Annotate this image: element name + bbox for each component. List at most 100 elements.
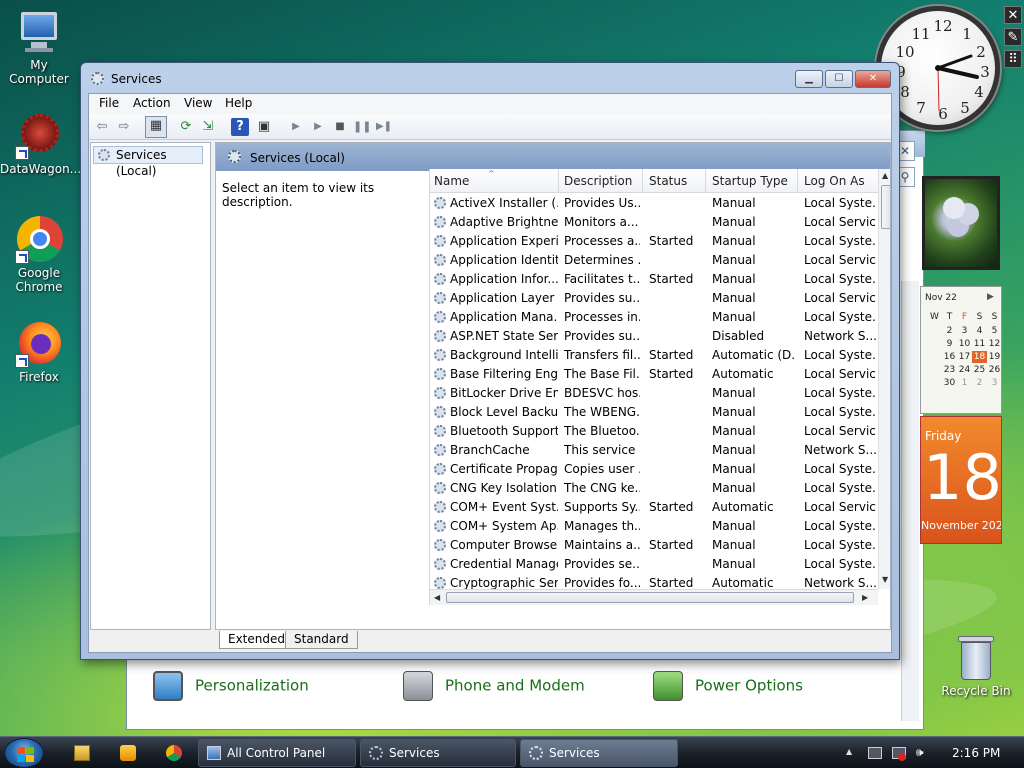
desktop-icon-firefox[interactable]: Firefox bbox=[0, 320, 78, 384]
calendar-next-icon[interactable]: ▶ bbox=[987, 292, 994, 302]
explorer-quicklaunch-icon[interactable] bbox=[74, 745, 90, 761]
calendar-day[interactable]: 4 bbox=[972, 325, 987, 337]
table-row[interactable]: Bluetooth Support... The Bluetoo... Manual… bbox=[430, 422, 878, 441]
calendar-day[interactable]: 3 bbox=[987, 377, 1002, 389]
stop-service-icon[interactable]: ■ bbox=[331, 118, 349, 136]
minimize-button[interactable]: ▁ bbox=[795, 70, 823, 88]
system-clock[interactable]: 2:16 PM bbox=[952, 746, 1000, 760]
desktop-icon-datawagon[interactable]: DataWagon... bbox=[0, 112, 81, 176]
scroll-down-icon[interactable]: ▼ bbox=[882, 575, 888, 584]
column-header-log-on-as[interactable]: Log On As bbox=[804, 174, 865, 188]
start-button[interactable] bbox=[4, 738, 44, 768]
calendar-day[interactable]: 24 bbox=[957, 364, 972, 376]
back-icon[interactable]: ⇦ bbox=[93, 118, 111, 136]
pause-service-icon[interactable]: ❚❚ bbox=[353, 118, 371, 136]
calendar-day[interactable]: 17 bbox=[957, 351, 972, 363]
desktop-icon-my-computer[interactable]: My Computer bbox=[0, 8, 78, 86]
calendar-day[interactable]: 19 bbox=[987, 351, 1002, 363]
refresh-icon[interactable]: ⟳ bbox=[177, 118, 195, 136]
calendar-day[interactable]: 9 bbox=[942, 338, 957, 350]
table-row[interactable]: Application Experi... Processes a... Start… bbox=[430, 232, 878, 251]
maximize-button[interactable]: ☐ bbox=[825, 70, 853, 88]
table-row[interactable]: Certificate Propag... Copies user ... Manu… bbox=[430, 460, 878, 479]
control-panel-scrollbar[interactable] bbox=[901, 281, 919, 721]
start-service-icon[interactable]: ▶ bbox=[287, 118, 305, 136]
calendar-day[interactable]: 2 bbox=[972, 377, 987, 389]
scroll-up-icon[interactable]: ▲ bbox=[882, 171, 888, 180]
scroll-right-icon[interactable]: ▶ bbox=[862, 593, 868, 602]
chrome-quicklaunch-icon[interactable] bbox=[166, 745, 182, 761]
table-row[interactable]: ActiveX Installer (... Provides Us... Manu… bbox=[430, 194, 878, 213]
close-button[interactable]: ✕ bbox=[855, 70, 891, 88]
taskbar-button-services-active[interactable]: Services bbox=[520, 739, 678, 767]
calendar-day[interactable]: 16 bbox=[942, 351, 957, 363]
start-service-alt-icon[interactable]: ▶ bbox=[309, 118, 327, 136]
table-row[interactable]: BitLocker Drive En... BDESVC hos... Manual… bbox=[430, 384, 878, 403]
calendar-day[interactable]: 26 bbox=[987, 364, 1002, 376]
taskbar-button-services[interactable]: Services bbox=[360, 739, 516, 767]
help-icon[interactable]: ? bbox=[231, 118, 249, 136]
calendar-day[interactable]: 25 bbox=[972, 364, 987, 376]
calendar-day[interactable]: 2 bbox=[942, 325, 957, 337]
menu-file[interactable]: File bbox=[99, 96, 119, 110]
calendar-day[interactable]: 5 bbox=[987, 325, 1002, 337]
table-row[interactable]: Adaptive Brightness Monitors a... Manual Lo… bbox=[430, 213, 878, 232]
cp-item-personalization[interactable]: Personalization bbox=[153, 671, 309, 701]
taskbar-button-control-panel[interactable]: All Control Panel Ite... bbox=[198, 739, 356, 767]
calendar-day[interactable]: 10 bbox=[957, 338, 972, 350]
cp-item-phone-and-modem[interactable]: Phone and Modem bbox=[403, 671, 585, 701]
table-row[interactable]: Application Infor... Facilitates t... Star… bbox=[430, 270, 878, 289]
title-bar[interactable]: Services ▁ ☐ ✕ bbox=[81, 63, 899, 93]
volume-icon[interactable]: 🕪 bbox=[916, 745, 930, 759]
column-header-status[interactable]: Status bbox=[649, 174, 687, 188]
table-row[interactable]: Application Identity Determines ... Manual… bbox=[430, 251, 878, 270]
menu-action[interactable]: Action bbox=[133, 96, 171, 110]
table-row[interactable]: Computer Browser Maintains a... Started Man… bbox=[430, 536, 878, 555]
table-row[interactable]: Application Mana... Processes in... Manual… bbox=[430, 308, 878, 327]
table-row[interactable]: Credential Manager Provides se... Manual Lo… bbox=[430, 555, 878, 574]
calendar-day[interactable]: 11 bbox=[972, 338, 987, 350]
gadget-close-icon[interactable]: ✕ bbox=[1004, 6, 1022, 24]
column-header-name[interactable]: Name bbox=[434, 174, 469, 188]
column-divider[interactable] bbox=[642, 169, 643, 193]
tab-extended[interactable]: Extended bbox=[219, 631, 294, 649]
forward-icon[interactable]: ⇨ bbox=[115, 118, 133, 136]
table-row[interactable]: COM+ Event Syst... Supports Sy... Started A… bbox=[430, 498, 878, 517]
scroll-left-icon[interactable]: ◀ bbox=[434, 593, 440, 602]
calendar-day[interactable]: 30 bbox=[942, 377, 957, 389]
show-console-tree-icon[interactable]: ▦ bbox=[145, 116, 167, 138]
table-row[interactable]: CNG Key Isolation The CNG ke... Manual Loca… bbox=[430, 479, 878, 498]
gadget-drag-handle-icon[interactable]: ⠿ bbox=[1004, 50, 1022, 68]
slideshow-gadget[interactable] bbox=[922, 176, 1000, 270]
export-list-icon[interactable]: ⇲ bbox=[199, 118, 217, 136]
desktop-icon-google-chrome[interactable]: Google Chrome bbox=[0, 216, 78, 294]
column-header-startup-type[interactable]: Startup Type bbox=[712, 174, 788, 188]
network-icon[interactable] bbox=[868, 747, 882, 759]
restart-service-icon[interactable]: ▶❚ bbox=[375, 118, 393, 136]
vertical-scroll-thumb[interactable] bbox=[881, 185, 890, 229]
column-divider[interactable] bbox=[558, 169, 559, 193]
vertical-scrollbar[interactable]: ▲ ▼ bbox=[878, 169, 890, 589]
calendar-day[interactable]: 1 bbox=[957, 377, 972, 389]
column-divider[interactable] bbox=[705, 169, 706, 193]
services-window[interactable]: Services ▁ ☐ ✕ File Action View Help ⇦ ⇨… bbox=[80, 62, 900, 660]
horizontal-scroll-thumb[interactable] bbox=[446, 592, 854, 603]
calendar-day-today[interactable]: 18 bbox=[972, 351, 987, 363]
table-row[interactable]: Base Filtering Engi... The Base Fil... Sta… bbox=[430, 365, 878, 384]
gadget-options-icon[interactable]: ✎ bbox=[1004, 28, 1022, 46]
properties-icon[interactable]: ▣ bbox=[255, 118, 273, 136]
table-row[interactable]: Application Layer ... Provides su... Manua… bbox=[430, 289, 878, 308]
calendar-day[interactable]: 12 bbox=[987, 338, 1002, 350]
column-header-description[interactable]: Description bbox=[564, 174, 632, 188]
menu-help[interactable]: Help bbox=[225, 96, 252, 110]
table-row[interactable]: COM+ System Ap... Manages th... Manual Loca… bbox=[430, 517, 878, 536]
media-player-icon[interactable] bbox=[120, 745, 136, 761]
table-row[interactable]: Block Level Backu... The WBENG... Manual Lo… bbox=[430, 403, 878, 422]
table-row[interactable]: ASP.NET State Ser... Provides su... Disabl… bbox=[430, 327, 878, 346]
cp-item-power-options[interactable]: Power Options bbox=[653, 671, 803, 701]
menu-view[interactable]: View bbox=[184, 96, 212, 110]
tree-node-services-local[interactable]: Services (Local) bbox=[93, 146, 203, 178]
calendar-day[interactable]: 23 bbox=[942, 364, 957, 376]
tab-standard[interactable]: Standard bbox=[285, 631, 358, 649]
calendar-day[interactable]: 3 bbox=[957, 325, 972, 337]
